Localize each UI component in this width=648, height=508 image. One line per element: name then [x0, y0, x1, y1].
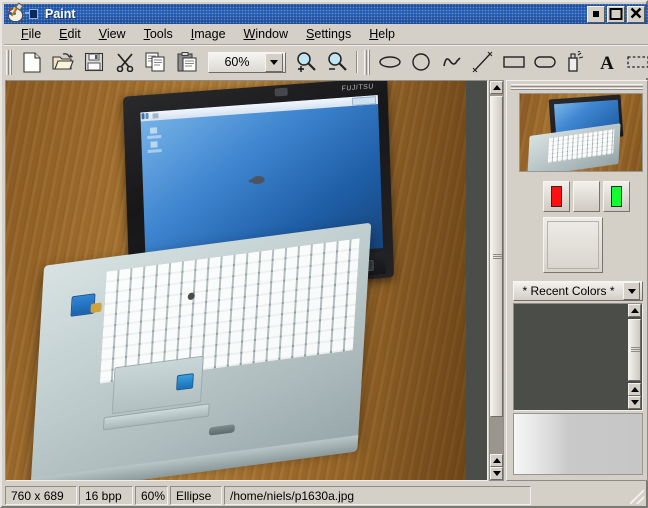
ellipse-icon[interactable] — [375, 48, 404, 77]
dashed-selection-icon[interactable] — [623, 48, 648, 77]
image-size-field: 760 x 689 — [5, 486, 77, 505]
tool-bar: 60% A — [4, 45, 648, 78]
brand-label: FUJITSU — [341, 83, 374, 93]
toolbar-separator — [356, 51, 358, 73]
toolbar-drag-handle[interactable] — [6, 49, 13, 75]
alt-color-button[interactable] — [603, 181, 630, 212]
active-tool-field: Ellipse — [170, 486, 222, 505]
zoom-out-button[interactable] — [322, 48, 351, 77]
text-a-icon[interactable]: A — [592, 48, 621, 77]
background-color-button[interactable] — [573, 181, 600, 212]
photo-image: FUJITSU — [6, 81, 466, 480]
zoom-combobox-value: 60% — [224, 55, 250, 69]
paint-palette-icon — [6, 5, 24, 23]
curve-icon[interactable] — [437, 48, 466, 77]
minimize-button[interactable] — [587, 5, 605, 23]
laptop-base — [30, 222, 372, 480]
file-path-field: /home/niels/p1630a.jpg — [224, 486, 531, 505]
current-color-preview[interactable] — [543, 217, 603, 273]
menu-window[interactable]: Window — [235, 25, 297, 43]
menu-help[interactable]: Help — [360, 25, 404, 43]
swatch-list-scrollbar[interactable] — [628, 304, 642, 410]
scroll-up-button-2[interactable] — [490, 454, 503, 467]
scroll-up-button[interactable] — [490, 81, 503, 94]
windows-sticker — [176, 373, 194, 391]
menu-view[interactable]: View — [90, 25, 135, 43]
palette-combobox[interactable]: * Recent Colors * — [513, 281, 643, 301]
panel-drag-handle[interactable] — [511, 84, 643, 91]
gold-sticker — [90, 302, 102, 314]
title-bar[interactable]: Paint — [4, 4, 648, 24]
svg-text:A: A — [600, 53, 614, 72]
keyboard — [99, 238, 360, 384]
chevron-down-icon[interactable] — [623, 282, 640, 300]
chevron-down-icon[interactable] — [265, 52, 283, 72]
pin-icon[interactable] — [25, 6, 41, 22]
close-button[interactable] — [627, 5, 645, 23]
swatch-scroll-up-button[interactable] — [628, 304, 641, 317]
color-panel: * Recent Colors * — [506, 80, 648, 481]
new-button[interactable] — [17, 48, 46, 77]
paint-window: Paint File Edit View Tools Image Window … — [0, 0, 648, 508]
zoom-in-button[interactable] — [291, 48, 320, 77]
color-gradient-strip[interactable] — [513, 413, 643, 475]
scroll-down-button[interactable] — [490, 467, 503, 480]
window-controls — [587, 5, 645, 23]
menu-file[interactable]: File — [12, 25, 50, 43]
desktop-cursor — [251, 174, 266, 186]
zoom-level-field: 60% — [135, 486, 168, 505]
swatch-scroll-up-button-2[interactable] — [628, 383, 641, 396]
palette-combobox-value: * Recent Colors * — [522, 284, 615, 298]
color-swatch-list[interactable] — [513, 303, 643, 411]
menu-bar: File Edit View Tools Image Window Settin… — [4, 24, 648, 45]
menu-tools[interactable]: Tools — [135, 25, 182, 43]
zoom-combobox[interactable]: 60% — [208, 51, 286, 73]
canvas-vertical-scrollbar[interactable] — [489, 80, 504, 481]
menu-settings[interactable]: Settings — [297, 25, 360, 43]
save-button[interactable] — [79, 48, 108, 77]
cut-button[interactable] — [110, 48, 139, 77]
scrollbar-thumb[interactable] — [490, 96, 503, 417]
color-depth-field: 16 bpp — [79, 486, 133, 505]
spray-can-icon[interactable] — [561, 48, 590, 77]
copy-button[interactable] — [141, 48, 170, 77]
line-icon[interactable] — [468, 48, 497, 77]
circle-icon[interactable] — [406, 48, 435, 77]
color-buttons — [543, 181, 630, 212]
paste-button[interactable] — [172, 48, 201, 77]
windows-taskbar — [140, 95, 379, 122]
menu-edit[interactable]: Edit — [50, 25, 90, 43]
rounded-rectangle-icon[interactable] — [530, 48, 559, 77]
rectangle-icon[interactable] — [499, 48, 528, 77]
image-canvas[interactable]: FUJITSU — [5, 80, 488, 481]
power-slider — [208, 424, 236, 436]
menu-image[interactable]: Image — [182, 25, 235, 43]
open-button[interactable] — [48, 48, 77, 77]
status-bar: 760 x 689 16 bpp 60% Ellipse /home/niels… — [5, 486, 647, 505]
swatch-scrollbar-thumb[interactable] — [628, 319, 641, 381]
image-thumbnail-preview[interactable] — [519, 93, 643, 172]
resize-grip[interactable] — [630, 490, 644, 504]
titlebar-texture — [4, 4, 648, 24]
foreground-color-button[interactable] — [543, 181, 570, 212]
drawtools-drag-handle[interactable] — [364, 49, 371, 75]
window-title: Paint — [45, 7, 76, 21]
swatch-scroll-down-button[interactable] — [628, 396, 641, 409]
maximize-button[interactable] — [607, 5, 625, 23]
webcam — [274, 87, 288, 97]
